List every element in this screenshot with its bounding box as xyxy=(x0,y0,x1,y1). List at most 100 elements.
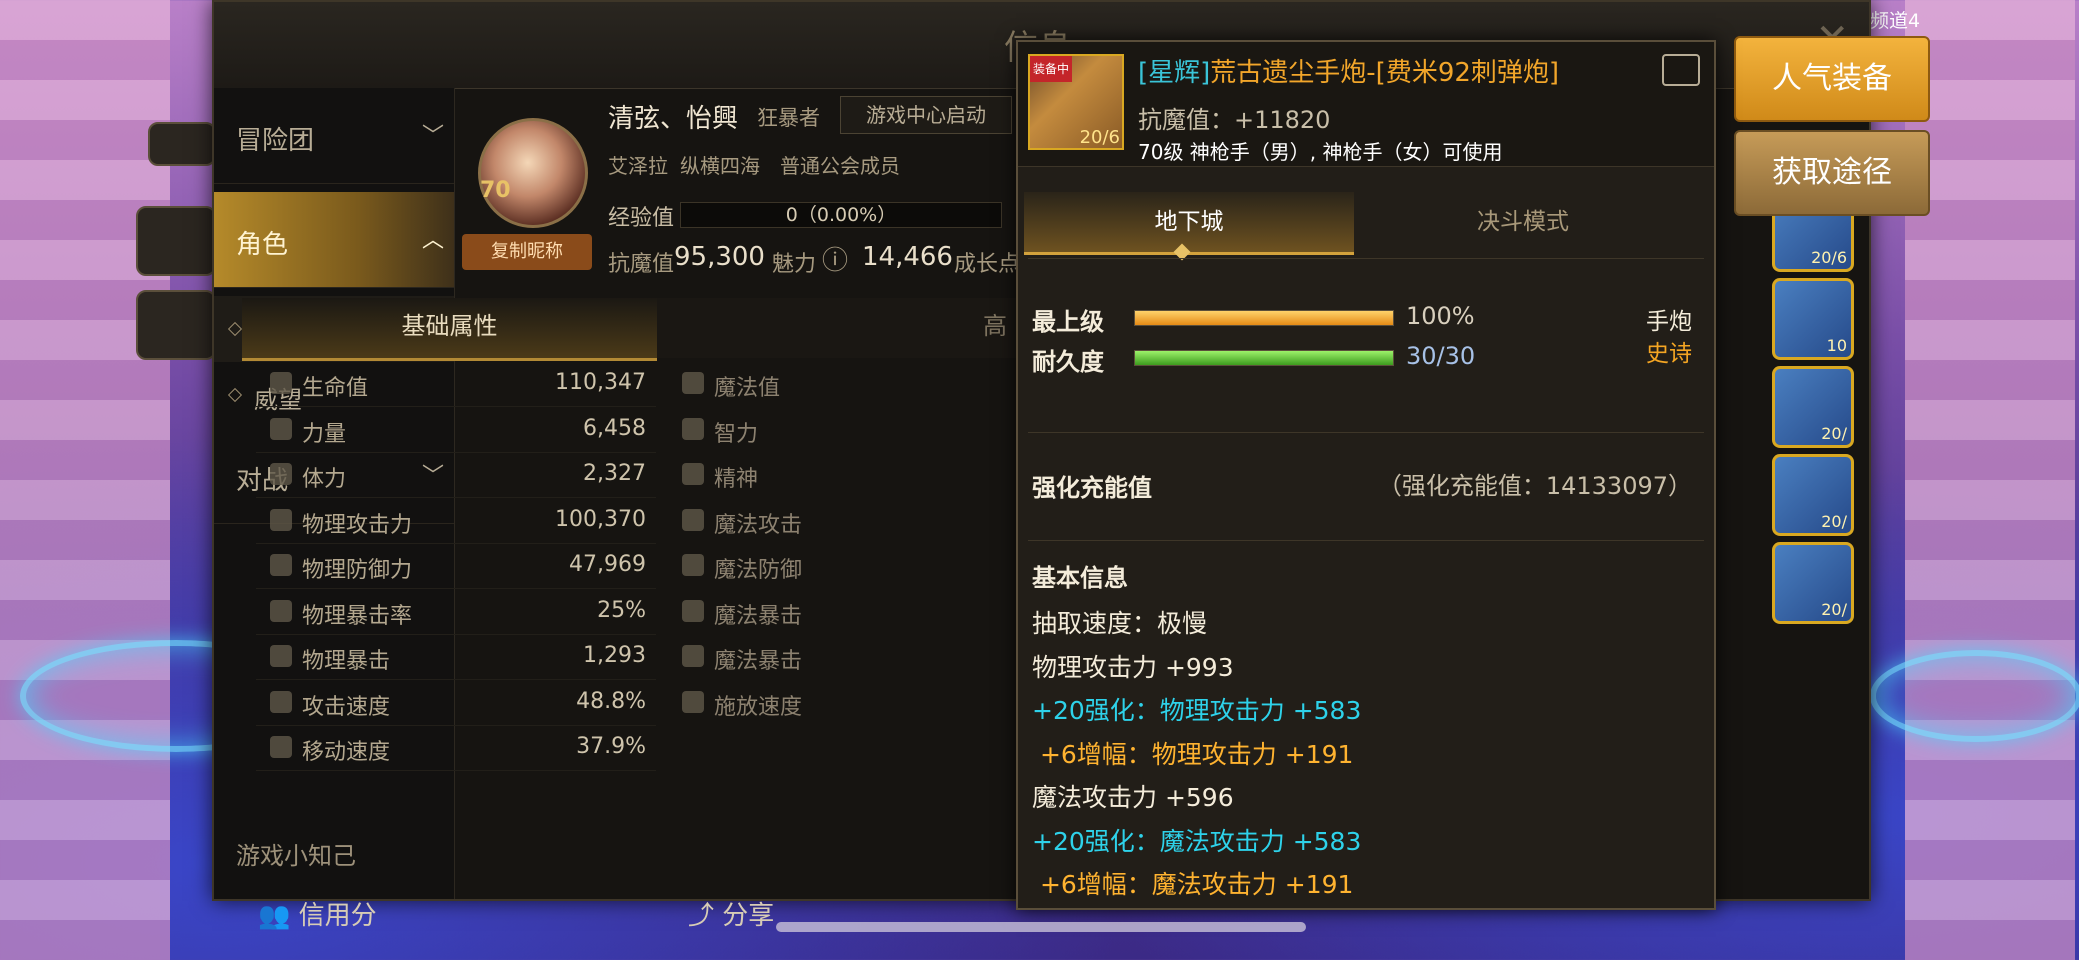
sidebar-label: 冒险团 xyxy=(236,126,315,156)
attribute-row-right: 魔法攻击 xyxy=(668,499,1028,543)
game-tips-link[interactable]: 游戏小知己 xyxy=(236,836,356,871)
resist-number: 95,300 xyxy=(674,242,765,272)
item-prefix: [星辉] xyxy=(1138,58,1211,88)
attribute-row: 攻击速度 48.8% xyxy=(256,681,656,726)
tab-duel[interactable]: 决斗模式 xyxy=(1358,192,1688,252)
tab-basic-attributes[interactable]: 基础属性 xyxy=(242,298,657,361)
item-stat-line: +6增幅：魔法攻击力 +191 xyxy=(1032,870,1354,899)
attribute-icon xyxy=(270,508,292,531)
attribute-name: 魔法攻击 xyxy=(714,512,803,538)
attribute-name: 物理防御力 xyxy=(302,558,413,583)
copy-nickname-button[interactable]: 复制昵称 xyxy=(462,234,592,270)
item-title: 荒古遗尘手炮-[费米92刺弹炮] xyxy=(1210,58,1560,88)
exp-bar: 0（0.00%） xyxy=(680,202,1002,228)
popular-equipment-button[interactable]: 人气装备 xyxy=(1734,36,1930,122)
exp-label: 经验值 xyxy=(608,206,675,231)
equipment-slot[interactable]: 20/ xyxy=(1772,454,1854,536)
equipment-slot[interactable]: 20/ xyxy=(1772,366,1854,448)
attribute-name: 施放速度 xyxy=(714,694,803,720)
magic-circle-right xyxy=(1870,650,2079,742)
slot-count: 20/ xyxy=(1821,600,1847,619)
divider xyxy=(1028,432,1704,433)
durability-label: 耐久度 xyxy=(1032,348,1104,376)
attribute-icon xyxy=(682,554,704,576)
attribute-row-right: 魔法值 xyxy=(668,362,1028,406)
attribute-value: 1,293 xyxy=(583,643,646,668)
friends-icon-button[interactable] xyxy=(136,290,216,360)
chevron-up-icon: ︿ xyxy=(421,228,444,253)
attribute-icon xyxy=(270,554,292,576)
attribute-icon xyxy=(270,372,292,394)
slot-count: 20/ xyxy=(1821,424,1847,443)
item-stat-line: 魔法攻击力 +596 xyxy=(1032,783,1234,812)
attribute-row: 生命值 110,347 xyxy=(256,362,656,407)
home-indicator[interactable] xyxy=(776,922,1306,932)
hand-cannon-icon: 装备中 20/6 xyxy=(1028,54,1124,150)
grade-bar xyxy=(1134,310,1394,326)
channel-label: 频道4 xyxy=(1870,10,1921,32)
attribute-icon xyxy=(270,645,292,667)
slot-count: 20/6 xyxy=(1811,248,1847,267)
background-pillar-right xyxy=(1905,0,2075,960)
attribute-icon xyxy=(270,690,292,713)
attribute-icon xyxy=(682,463,704,485)
charm-number: 14,466 xyxy=(862,242,953,272)
equipment-slot[interactable]: 20/ xyxy=(1772,542,1854,624)
attribute-name: 攻击速度 xyxy=(302,694,391,720)
divider xyxy=(1028,258,1704,259)
attribute-row-right: 魔法暴击 xyxy=(668,590,1028,634)
sidebar-label: 角色 xyxy=(236,230,289,260)
item-name: [星辉]荒古遗尘手炮-[费米92刺弹炮] xyxy=(1138,52,1559,89)
attribute-row: 物理防御力 47,969 xyxy=(256,544,656,589)
equipment-slot[interactable]: 10 xyxy=(1772,278,1854,360)
obtain-route-button[interactable]: 获取途径 xyxy=(1734,130,1930,216)
attribute-value: 48.8% xyxy=(576,688,646,714)
sidebar-item-character[interactable]: 角色 ︿ xyxy=(214,192,454,288)
grade-value: 100% xyxy=(1406,302,1475,330)
diamond-icon xyxy=(227,321,243,337)
scroll-icon-button[interactable] xyxy=(136,206,216,276)
attribute-icon xyxy=(270,417,292,440)
tab-advanced-attributes[interactable]: 高 xyxy=(657,298,1017,358)
grade-label: 最上级 xyxy=(1032,308,1104,336)
sidebar-item-adventure[interactable]: 冒险团 ﹀ xyxy=(214,88,454,184)
divider xyxy=(1028,540,1704,541)
attribute-row-right: 智力 xyxy=(668,408,1028,452)
attribute-name: 魔法暴击 xyxy=(714,603,803,629)
game-center-launch-button[interactable]: 游戏中心启动 xyxy=(840,96,1012,134)
share-button[interactable]: ⤴ 分享 xyxy=(688,895,774,932)
attribute-row-right: 施放速度 xyxy=(668,681,1028,725)
attribute-row-right: 精神 xyxy=(668,453,1028,497)
attribute-row: 力量 6,458 xyxy=(256,408,656,453)
level-badge: 70 xyxy=(480,178,511,203)
weapon-type: 手炮 xyxy=(1646,309,1692,335)
attribute-icon xyxy=(270,463,292,485)
attribute-value: 2,327 xyxy=(583,461,646,486)
attribute-name: 智力 xyxy=(714,421,759,447)
tab-dungeon[interactable]: 地下城 xyxy=(1024,192,1354,255)
slot-count: 10 xyxy=(1826,336,1847,355)
attribute-name: 精神 xyxy=(714,467,759,492)
attribute-icon xyxy=(270,736,292,758)
help-icon[interactable]: ⓘ xyxy=(822,240,848,277)
credit-score-button[interactable]: 👥 信用分 xyxy=(258,895,377,932)
attribute-row: 物理暴击 1,293 xyxy=(256,635,656,680)
item-usable: 70级 神枪手（男）, 神枪手（女）可使用 xyxy=(1138,140,1503,164)
chevron-down-icon: ﹀ xyxy=(421,124,444,149)
basic-info-title: 基本信息 xyxy=(1032,564,1128,592)
equipped-badge: 装备中 xyxy=(1030,56,1072,82)
select-button[interactable] xyxy=(148,122,216,166)
attribute-value: 110,347 xyxy=(555,370,646,395)
resist-value: 95,300 xyxy=(674,242,765,272)
attribute-value: 37.9% xyxy=(576,734,646,759)
attribute-name: 物理攻击力 xyxy=(302,512,413,538)
share-icon[interactable] xyxy=(1662,54,1700,86)
attribute-name: 魔法值 xyxy=(714,376,781,401)
attribute-name: 物理暴击率 xyxy=(302,603,413,629)
guild-role: 普通公会成员 xyxy=(780,154,900,178)
grade-bar-fill xyxy=(1135,311,1393,325)
item-header: 装备中 20/6 [星辉]荒古遗尘手炮-[费米92刺弹炮] 抗魔值：+11820… xyxy=(1018,42,1714,167)
attribute-value: 100,370 xyxy=(555,506,646,532)
durability-bar xyxy=(1134,350,1394,366)
attribute-value: 47,969 xyxy=(569,552,646,577)
